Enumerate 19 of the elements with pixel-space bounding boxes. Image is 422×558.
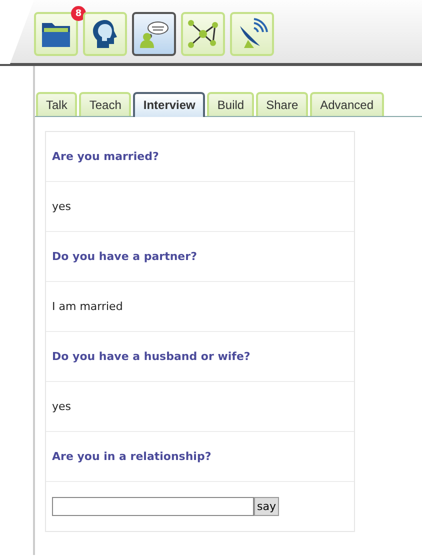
tab[interactable]: Advanced (310, 92, 384, 116)
question-text: Do you have a partner? (52, 250, 197, 263)
head-icon (90, 18, 120, 50)
answer-text: yes (52, 400, 72, 413)
page-corner (0, 0, 34, 66)
question-text: Are you in a relationship? (52, 450, 212, 463)
tab[interactable]: Teach (79, 92, 132, 116)
toolbar-button[interactable] (132, 12, 176, 56)
question-text: Are you married? (52, 150, 159, 163)
say-button[interactable]: say (254, 497, 279, 516)
tab[interactable]: Talk (36, 92, 78, 116)
answer-input[interactable] (52, 497, 254, 516)
answer-text: yes (52, 200, 72, 213)
question-text: Do you have a husband or wife? (52, 350, 250, 363)
tab[interactable]: Interview (133, 92, 206, 117)
network-icon (187, 19, 219, 49)
tab[interactable]: Share (256, 92, 308, 116)
tab[interactable]: Build (207, 92, 254, 116)
answer-text: I am married (52, 300, 123, 313)
